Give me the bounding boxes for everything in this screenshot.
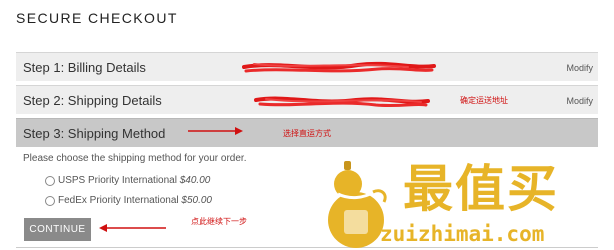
annotation-arrow-shipping-method bbox=[188, 127, 243, 135]
redacted-shipping-address bbox=[254, 96, 430, 108]
option-name: FedEx Priority International bbox=[58, 195, 179, 206]
usps-radio[interactable] bbox=[45, 176, 55, 186]
shipping-method-instructions: Please choose the shipping method for yo… bbox=[23, 153, 247, 164]
modify-billing-link[interactable]: Modify bbox=[566, 63, 593, 73]
continue-button[interactable]: CONTINUE bbox=[24, 218, 91, 241]
page-title: SECURE CHECKOUT bbox=[16, 10, 178, 26]
step-label: Step 1: Billing Details bbox=[23, 60, 146, 75]
option-price: $40.00 bbox=[179, 175, 211, 186]
modify-shipping-link[interactable]: Modify bbox=[566, 96, 593, 106]
annotation-shipping-address: 确定运送地址 bbox=[460, 96, 508, 105]
step-shipping-details[interactable]: Step 2: Shipping Details 确定运送地址 Modify bbox=[16, 85, 598, 114]
step-billing-details[interactable]: Step 1: Billing Details Modify bbox=[16, 52, 598, 81]
watermark-chars: 最值买 bbox=[403, 159, 559, 218]
watermark-logo: 最值买 zuizhimai.com bbox=[318, 158, 614, 250]
redacted-billing-address bbox=[242, 61, 436, 73]
step-label: Step 3: Shipping Method bbox=[23, 126, 166, 141]
option-price: $50.00 bbox=[181, 195, 212, 206]
step-label: Step 2: Shipping Details bbox=[23, 93, 162, 108]
annotation-shipping-method: 选择直运方式 bbox=[283, 129, 331, 138]
fedex-radio[interactable] bbox=[45, 196, 55, 206]
watermark-url: zuizhimai.com bbox=[380, 222, 545, 246]
option-name: USPS Priority International bbox=[58, 175, 177, 186]
annotation-continue: 点此继续下一步 bbox=[191, 217, 247, 226]
annotation-arrow-continue bbox=[99, 224, 166, 232]
